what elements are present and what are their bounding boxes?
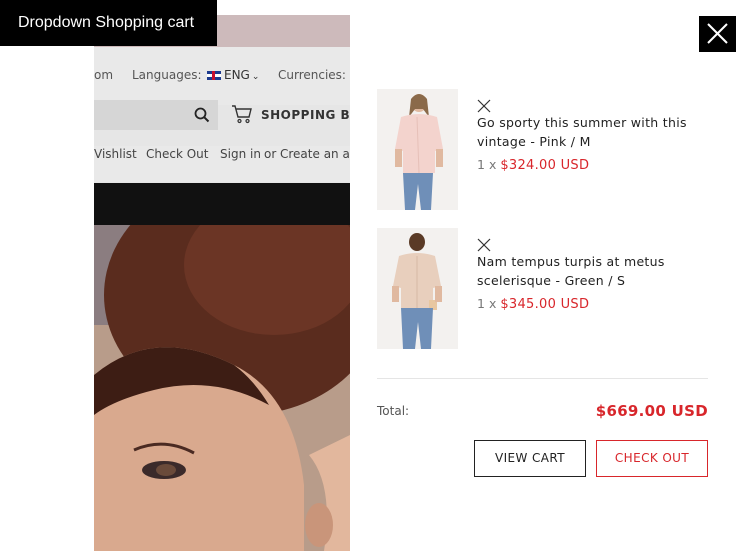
store-background-page: om Languages: ENG ⌄ Currencies: SHOPPING … [94,15,350,551]
cart-item: Nam tempus turpis at metus scelerisque -… [377,228,708,350]
chevron-down-icon: ⌄ [251,72,260,82]
product-name-link[interactable]: Go sporty this summer with this vintage … [477,113,699,151]
beige-top-back-view-photo [377,228,458,349]
remove-item-icon[interactable] [477,99,491,113]
shopping-bag-link[interactable]: SHOPPING BA [261,108,350,122]
signin-link[interactable]: Sign in [220,147,261,161]
times-sign: x [488,296,497,311]
shopping-cart-icon[interactable] [231,104,253,124]
close-cart-button[interactable] [699,16,736,52]
model-portrait-image [94,225,350,551]
cart-divider [377,378,708,379]
times-sign: x [488,157,497,172]
pink-blouse-model-photo [377,89,458,210]
main-navigation-bar [94,183,350,225]
currencies-label: Currencies: [278,68,346,82]
cart-item: Go sporty this summer with this vintage … [377,89,708,211]
hero-banner-image [94,225,350,551]
product-thumbnail[interactable] [377,228,458,349]
checkout-button[interactable]: CHECK OUT [596,440,708,477]
product-thumbnail[interactable] [377,89,458,210]
total-value: $669.00 USD [595,402,708,420]
checkout-link[interactable]: Check Out [146,147,208,161]
total-label: Total: [377,404,410,418]
remove-item-icon[interactable] [477,238,491,252]
item-price: $345.00 USD [500,297,590,312]
language-selector[interactable]: ENG ⌄ [203,68,259,82]
close-icon[interactable] [699,16,736,52]
wishlist-link[interactable]: Vishlist [94,147,137,161]
screenshot-caption: Dropdown Shopping cart [0,0,217,46]
view-cart-button[interactable]: VIEW CART [474,440,586,477]
languages-label: Languages: [132,68,202,82]
product-name-link[interactable]: Nam tempus turpis at metus scelerisque -… [477,252,699,290]
item-quantity: 1 [477,157,485,172]
item-quantity: 1 [477,296,485,311]
or-text: or [264,147,277,161]
item-quantity-price: 1 x $324.00 USD [477,157,589,173]
create-account-link[interactable]: Create an ac [280,147,350,161]
item-price: $324.00 USD [500,158,590,173]
item-quantity-price: 1 x $345.00 USD [477,296,589,312]
search-icon[interactable] [194,107,210,123]
language-value: ENG [224,68,250,82]
uk-flag-icon [207,71,221,80]
site-domain-fragment: om [94,68,114,82]
